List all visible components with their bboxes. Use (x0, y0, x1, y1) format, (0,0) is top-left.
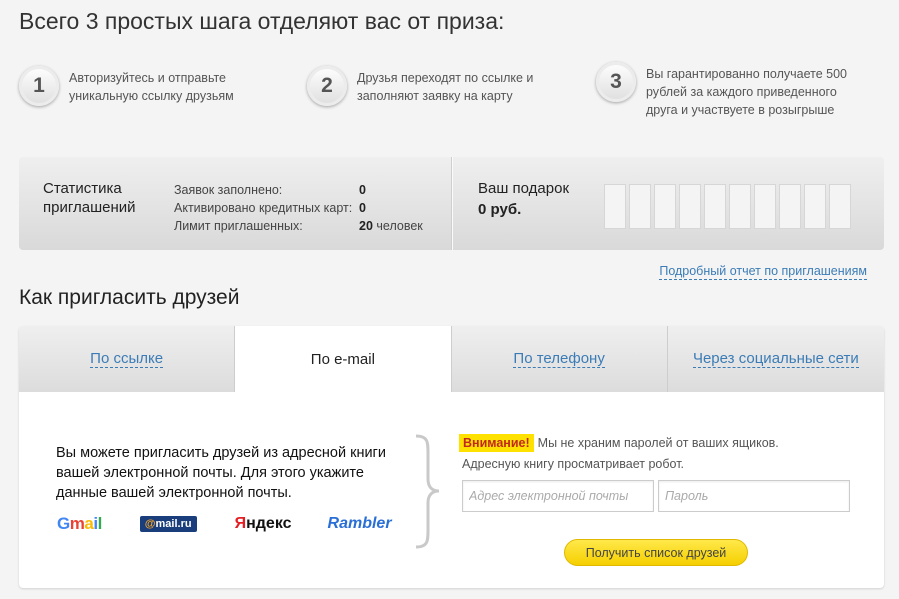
yandex-logo: Яндекс (234, 515, 292, 532)
gift-value: 0 руб. (478, 201, 522, 218)
step-number-1: 1 (19, 66, 59, 106)
step-text-3: Вы гарантированно получаете 500 рублей з… (646, 67, 847, 117)
gift-counter (604, 184, 854, 229)
gift-counter-cell (829, 184, 851, 229)
attention-text: Мы не храним паролей от ваших ящиков. (537, 436, 779, 450)
stats-title: Статистика приглашений (43, 180, 136, 216)
gift-counter-cell (679, 184, 701, 229)
tab-by-link-label: По ссылке (90, 350, 164, 368)
step-1: 1 Авторизуйтесь и отправьте уникальную с… (19, 66, 254, 106)
email-provider-logos: Gmail @mail.ru Яндекс Rambler (57, 514, 392, 534)
detailed-report-link[interactable]: Подробный отчет по приглашениям (659, 264, 867, 280)
email-invite-description: Вы можете пригласить друзей из адресной … (56, 445, 386, 501)
stat-value-activated: 0 (359, 201, 366, 215)
invite-section-title: Как пригласить друзей (19, 286, 240, 309)
tab-social-label: Через социальные сети (692, 350, 859, 368)
mailru-logo: @mail.ru (139, 516, 197, 532)
page-title: Всего 3 простых шага отделяют вас от при… (19, 8, 505, 34)
step-text-1: Авторизуйтесь и отправьте уникальную ссы… (69, 71, 234, 103)
gift-counter-cell (754, 184, 776, 229)
gmail-logo: Gmail (57, 514, 102, 533)
tab-by-phone[interactable]: По телефону (451, 326, 668, 392)
invite-panel: По ссылке По e-mail По телефону Через со… (19, 326, 884, 588)
stat-label-activated: Активировано кредитных карт: (174, 201, 353, 215)
stats-divider (451, 157, 453, 250)
tab-by-link[interactable]: По ссылке (19, 326, 236, 392)
gift-counter-cell (704, 184, 726, 229)
step-text-2: Друзья переходят по ссылке и заполняют з… (357, 71, 534, 103)
brace-divider (415, 434, 440, 549)
tab-by-email[interactable]: По e-mail (235, 326, 452, 392)
password-input[interactable] (658, 480, 850, 512)
step-2: 2 Друзья переходят по ссылке и заполняют… (307, 66, 557, 106)
step-number-3: 3 (596, 62, 636, 102)
attention-badge: Внимание! (459, 434, 534, 452)
gift-counter-cell (729, 184, 751, 229)
stat-unit-limit: человек (376, 219, 423, 233)
stat-label-limit: Лимит приглашенных: (174, 219, 303, 233)
stat-value-limit: 20 (359, 219, 373, 233)
attention-note: Внимание! Мы не храним паролей от ваших я… (459, 434, 779, 452)
gift-counter-cell (604, 184, 626, 229)
stats-values: 0 0 20 человек (359, 181, 423, 235)
gift-counter-cell (654, 184, 676, 229)
gift-counter-cell (804, 184, 826, 229)
stat-value-applications: 0 (359, 183, 366, 197)
tab-by-phone-label: По телефону (513, 350, 605, 368)
tab-by-email-label: По e-mail (310, 350, 375, 368)
step-3: 3 Вы гарантированно получаете 500 рублей… (596, 62, 871, 119)
get-friends-list-button[interactable]: Получить список друзей (564, 539, 748, 566)
stat-label-applications: Заявок заполнено: (174, 183, 283, 197)
rambler-logo: Rambler (327, 515, 392, 532)
attention-line2: Адресную книгу просматривает робот. (462, 457, 685, 471)
step-number-2: 2 (307, 66, 347, 106)
invite-stats-panel: Статистика приглашений Заявок заполнено:… (19, 157, 884, 250)
invite-tabs: По ссылке По e-mail По телефону Через со… (19, 326, 884, 392)
tab-social[interactable]: Через социальные сети (667, 326, 884, 392)
gift-label: Ваш подарок (478, 180, 570, 197)
stats-labels: Заявок заполнено: Активировано кредитных… (174, 181, 352, 235)
gift-counter-cell (779, 184, 801, 229)
email-input[interactable] (462, 480, 654, 512)
gift-counter-cell (629, 184, 651, 229)
